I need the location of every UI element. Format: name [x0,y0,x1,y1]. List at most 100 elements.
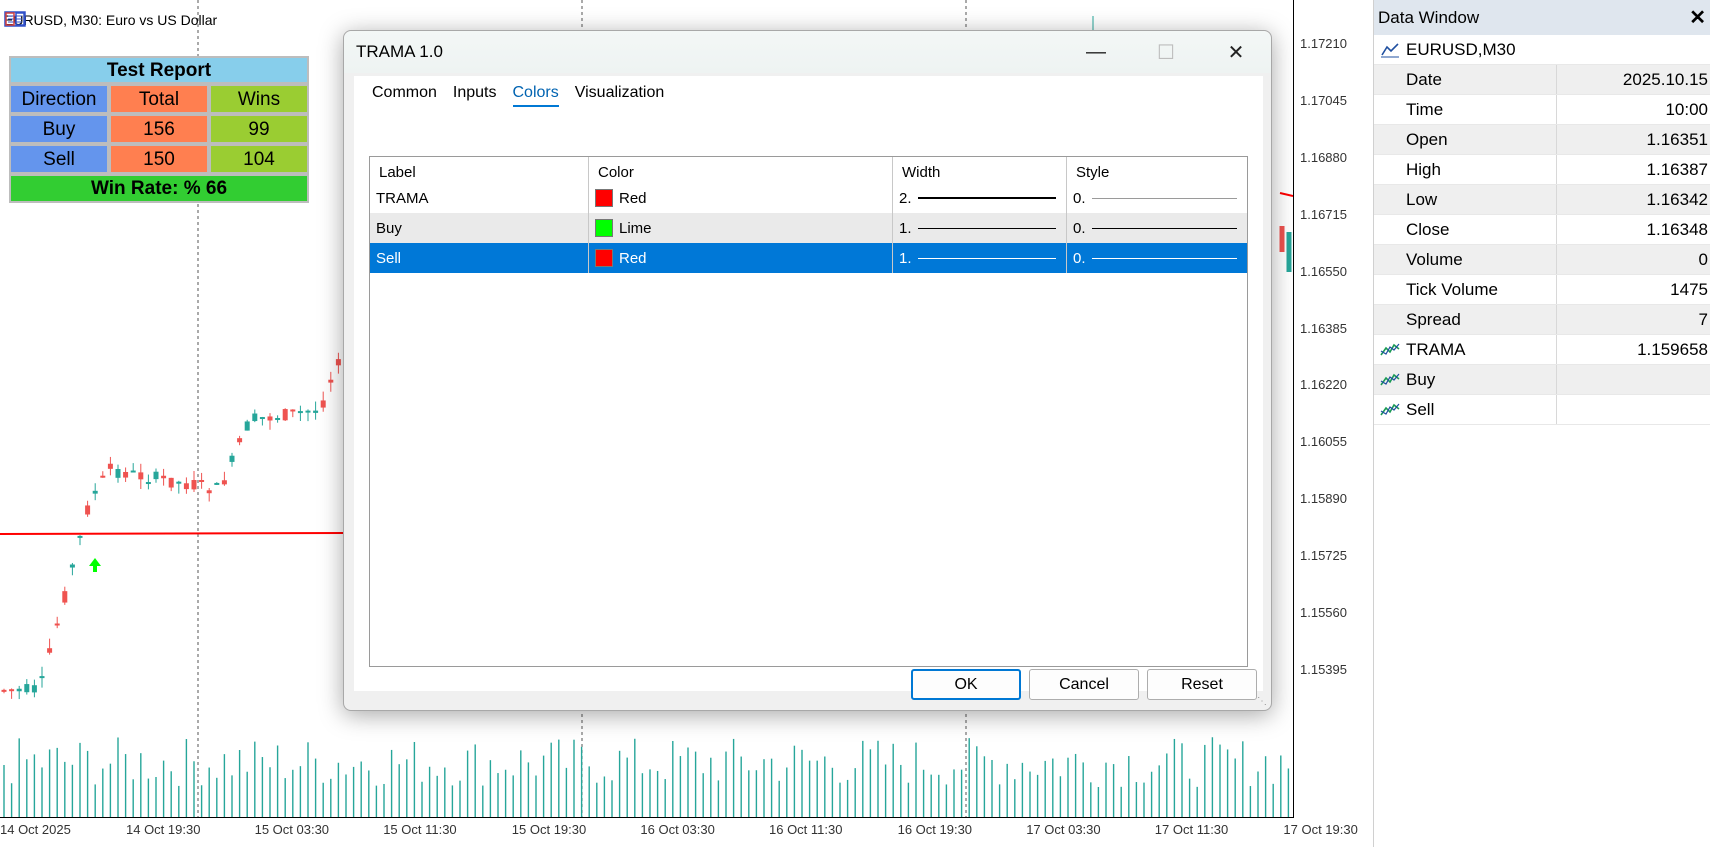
row-color-cell[interactable]: Red [589,243,893,273]
data-window-value: 1.16351 [1557,125,1710,154]
data-window-key-label: Sell [1406,399,1435,419]
row-color-cell[interactable]: Lime [589,213,893,243]
cancel-button[interactable]: Cancel [1029,669,1139,700]
data-window-row: Spread 7 [1374,305,1710,335]
candle-body [252,413,258,422]
candle-body [16,688,22,692]
candle-body [206,490,212,494]
row-color-cell[interactable]: Red [589,183,893,213]
style-line-sample [1091,197,1237,199]
data-window-row: Time 10:00 [1374,95,1710,125]
close-icon: ✕ [1227,41,1245,64]
candle-body [282,409,288,421]
report-direction: Sell [9,144,109,174]
candle-body [31,685,37,693]
price-axis-label: 1.15725 [1300,548,1347,564]
data-window-key: Date [1374,65,1557,94]
data-window-key: Volume [1374,245,1557,274]
price-axis-label: 1.16550 [1300,263,1347,279]
data-window-value: 7 [1557,305,1710,334]
data-window-key-label: Close [1406,219,1450,239]
close-button[interactable]: ✕ [1201,31,1271,73]
candle-body [1286,232,1292,272]
candle-body [92,490,98,494]
candle-body [130,470,136,473]
tab-visualization[interactable]: Visualization [567,76,673,109]
row-style-cell[interactable]: 0. [1067,243,1247,273]
candle-body [183,483,189,490]
candle-body [1279,226,1285,252]
row-color-name: Red [619,249,647,267]
indicator-icon [1380,373,1400,386]
data-window-row: Low 1.16342 [1374,185,1710,215]
data-window: Data Window ✕ EURUSD,M30 Date 2025.10.15 T… [1373,0,1710,847]
dialog-titlebar[interactable]: TRAMA 1.0 — ☐ ✕ [344,31,1271,73]
tab-common[interactable]: Common [364,76,445,109]
data-window-row: Open 1.16351 [1374,125,1710,155]
chart-title-bar: EURUSD, M30: Euro vs US Dollar [4,10,217,30]
width-line-sample [917,257,1056,259]
dialog-title: TRAMA 1.0 [356,42,443,61]
candle-body [85,505,91,515]
time-axis-label: 17 Oct 19:30 [1283,822,1358,837]
data-window-key-label: Buy [1406,369,1436,389]
maximize-button[interactable]: ☐ [1131,31,1201,73]
row-style-cell[interactable]: 0. [1067,183,1247,213]
test-report-panel: Test Report Direction Total Wins Buy 156… [9,56,309,203]
row-label: Buy [370,213,589,243]
candle-body [24,684,30,693]
close-icon[interactable]: ✕ [1680,5,1710,30]
candle-body [191,480,197,490]
row-width-cell[interactable]: 1. [893,243,1067,273]
candle-body [123,471,129,478]
resize-grip-icon[interactable]: ⋱ [1257,696,1269,708]
report-direction: Buy [9,114,109,144]
time-axis-label: 15 Oct 19:30 [511,822,587,837]
time-axis-label: 14 Oct 2025 [0,822,71,837]
grid-row-sell[interactable]: Sell Red 1. 0. [370,243,1247,273]
candle-body [320,400,326,408]
data-window-key-label: Date [1406,69,1442,89]
tab-inputs[interactable]: Inputs [445,76,505,109]
data-window-row: Volume 0 [1374,245,1710,275]
row-width: 1. [899,249,912,267]
candle-body [107,463,113,469]
data-window-key: TRAMA [1374,335,1557,364]
candle-body [199,479,205,482]
report-header-total: Total [109,84,209,114]
data-window-value: 1.159658 [1637,339,1708,359]
report-row-buy: Buy 156 99 [9,114,309,144]
candle-body [290,409,296,412]
candle-body [77,535,83,538]
data-window-key-label: High [1406,159,1441,179]
ok-button[interactable]: OK [911,669,1021,700]
report-title: Test Report [9,56,309,84]
row-label: Sell [370,243,589,273]
dialog-buttons: OK Cancel Reset [911,669,1257,700]
row-style-cell[interactable]: 0. [1067,213,1247,243]
grid-row-trama[interactable]: TRAMA Red 2. 0. [370,183,1247,213]
one-click-trading-icon[interactable] [4,10,26,28]
candle-body [305,410,311,413]
row-label: TRAMA [370,183,589,213]
data-window-row: Buy [1374,365,1710,395]
price-axis-label: 1.16220 [1300,377,1347,393]
color-swatch [595,219,613,237]
candle-body [39,676,45,679]
row-width-cell[interactable]: 2. [893,183,1067,213]
data-window-header[interactable]: Data Window ✕ [1374,0,1710,35]
candle-body [176,481,182,484]
row-width-cell[interactable]: 1. [893,213,1067,243]
reset-button[interactable]: Reset [1147,669,1257,700]
color-swatch [595,189,613,207]
report-win-rate: Win Rate: % 66 [9,174,309,203]
data-window-row: TRAMA 1.159658 [1374,335,1710,365]
data-window-key-label: Time [1406,99,1444,119]
data-window-key: Time [1374,95,1557,124]
grid-row-buy[interactable]: Buy Lime 1. 0. [370,213,1247,243]
tab-colors[interactable]: Colors [505,76,567,109]
minimize-button[interactable]: — [1061,31,1131,73]
chart-line-icon [1381,43,1399,58]
price-axis-border [1293,0,1294,817]
data-window-value: 10:00 [1665,99,1708,119]
